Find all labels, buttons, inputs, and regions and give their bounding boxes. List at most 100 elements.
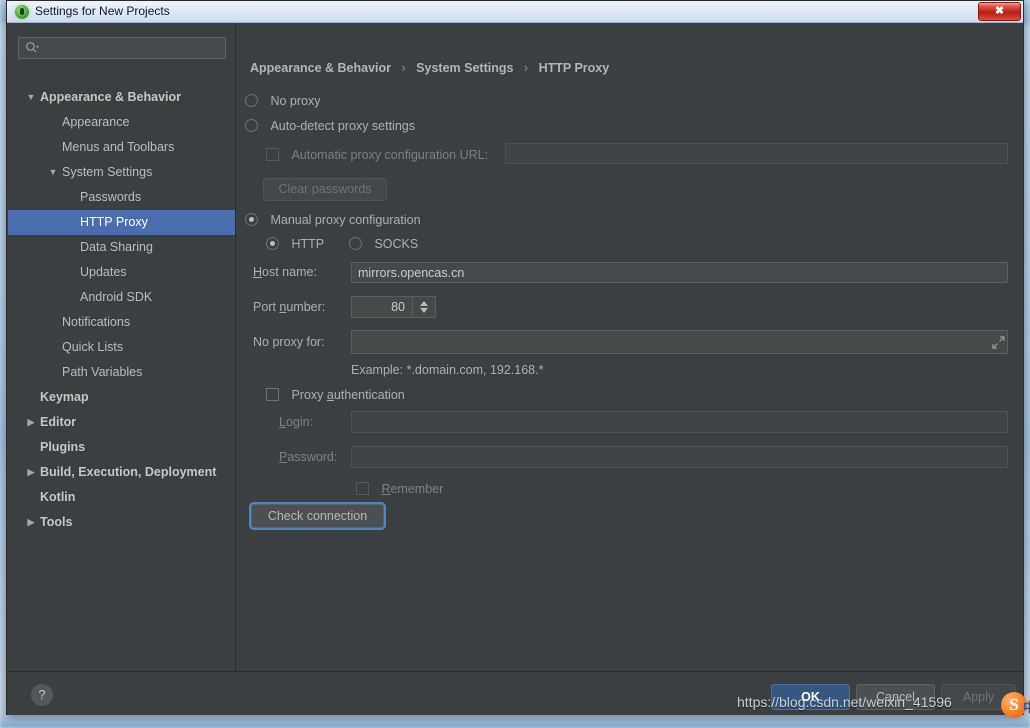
sidebar-item-editor[interactable]: ▶ Editor xyxy=(8,410,235,435)
manual-proxy-radio[interactable] xyxy=(245,213,258,227)
protocol-socks-label: SOCKS xyxy=(374,236,419,251)
dialog-titlebar: Settings for New Projects ✖ xyxy=(7,1,1023,23)
login-label: Login: xyxy=(279,415,314,429)
sidebar-item-label: Build, Execution, Deployment xyxy=(40,465,217,479)
sidebar-item-build-execution-deployment[interactable]: ▶ Build, Execution, Deployment xyxy=(8,460,235,485)
protocol-http-option[interactable]: HTTP xyxy=(266,235,324,253)
sidebar-item-label: Tools xyxy=(40,515,73,529)
password-label: Password: xyxy=(279,450,338,464)
port-number-spinner[interactable] xyxy=(413,296,436,318)
sidebar-item-label: Keymap xyxy=(40,390,89,404)
sidebar-item-data-sharing[interactable]: Data Sharing xyxy=(8,235,235,260)
chevron-down-icon[interactable]: ▼ xyxy=(25,85,37,110)
password-input[interactable] xyxy=(351,446,1008,468)
host-name-input[interactable] xyxy=(351,262,1008,283)
auto-config-url-label: Automatic proxy configuration URL: xyxy=(291,147,489,162)
sidebar-item-appearance[interactable]: Appearance xyxy=(8,110,235,135)
proxy-auth-option[interactable]: Proxy authentication xyxy=(266,386,405,404)
no-proxy-radio[interactable] xyxy=(245,94,258,108)
protocol-socks-radio[interactable] xyxy=(349,237,362,251)
remember-checkbox[interactable] xyxy=(356,482,369,496)
no-proxy-option[interactable]: No proxy xyxy=(245,92,320,110)
sidebar-item-http-proxy[interactable]: HTTP Proxy xyxy=(8,210,235,235)
breadcrumb-part-3: HTTP Proxy xyxy=(538,61,610,75)
settings-sidebar: ▼ Appearance & Behavior Appearance Menus an… xyxy=(8,23,236,671)
auto-detect-option[interactable]: Auto-detect proxy settings xyxy=(245,117,415,135)
settings-tree: ▼ Appearance & Behavior Appearance Menus an… xyxy=(8,85,235,535)
protocol-socks-option[interactable]: SOCKS xyxy=(349,235,418,253)
breadcrumb-part-2[interactable]: System Settings xyxy=(416,61,513,75)
ok-button[interactable]: OK xyxy=(771,684,850,710)
no-proxy-label: No proxy xyxy=(270,93,321,108)
close-icon[interactable]: ✖ xyxy=(978,2,1021,21)
sidebar-item-kotlin[interactable]: Kotlin xyxy=(8,485,235,510)
cancel-button[interactable]: Cancel xyxy=(856,684,935,710)
spinner-down-icon[interactable] xyxy=(420,308,428,313)
sidebar-item-label: Notifications xyxy=(62,315,131,329)
sidebar-item-label: Plugins xyxy=(40,440,86,454)
search-box xyxy=(18,37,226,59)
sidebar-item-menus-and-toolbars[interactable]: Menus and Toolbars xyxy=(8,135,235,160)
sidebar-item-label: Menus and Toolbars xyxy=(62,140,175,154)
sidebar-item-label: Android SDK xyxy=(80,290,153,304)
sidebar-item-label: Data Sharing xyxy=(80,240,153,254)
sidebar-item-notifications[interactable]: Notifications xyxy=(8,310,235,335)
sidebar-item-keymap[interactable]: Keymap xyxy=(8,385,235,410)
sidebar-item-path-variables[interactable]: Path Variables xyxy=(8,360,235,385)
sogou-label: 中 xyxy=(1023,700,1030,715)
http-proxy-panel: Appearance & Behavior › System Settings … xyxy=(237,23,1023,671)
sidebar-item-android-sdk[interactable]: Android SDK xyxy=(8,285,235,310)
manual-proxy-label: Manual proxy configuration xyxy=(270,212,421,227)
manual-proxy-option[interactable]: Manual proxy configuration xyxy=(245,211,421,229)
host-name-label: Host name: xyxy=(253,265,317,279)
remember-label: Remember xyxy=(381,481,444,496)
chevron-right-icon[interactable]: ▶ xyxy=(25,410,37,435)
sidebar-item-label: Appearance & Behavior xyxy=(40,90,182,104)
check-connection-button[interactable]: Check connection xyxy=(251,504,384,528)
example-hint: Example: *.domain.com, 192.168.* xyxy=(351,363,544,377)
android-studio-icon xyxy=(15,5,29,19)
sidebar-item-passwords[interactable]: Passwords xyxy=(8,185,235,210)
auto-detect-label: Auto-detect proxy settings xyxy=(270,118,415,133)
chevron-down-icon[interactable]: ▼ xyxy=(47,160,59,185)
search-input[interactable] xyxy=(18,37,226,59)
sidebar-item-label: Editor xyxy=(40,415,77,429)
breadcrumb-separator: › xyxy=(523,61,529,75)
sidebar-item-appearance-behavior[interactable]: ▼ Appearance & Behavior xyxy=(8,85,235,110)
port-number-input[interactable] xyxy=(351,296,413,318)
auto-detect-radio[interactable] xyxy=(245,119,258,133)
auto-config-url-input[interactable] xyxy=(505,143,1008,164)
dialog-content: ▼ Appearance & Behavior Appearance Menus an… xyxy=(8,23,1023,671)
breadcrumb: Appearance & Behavior › System Settings … xyxy=(250,61,609,75)
no-proxy-for-input[interactable] xyxy=(351,330,1008,354)
sidebar-item-plugins[interactable]: Plugins xyxy=(8,435,235,460)
protocol-http-label: HTTP xyxy=(291,236,325,251)
sidebar-item-quick-lists[interactable]: Quick Lists xyxy=(8,335,235,360)
sidebar-item-updates[interactable]: Updates xyxy=(8,260,235,285)
breadcrumb-part-1[interactable]: Appearance & Behavior xyxy=(250,61,391,75)
remember-option[interactable]: Remember xyxy=(356,480,443,498)
sidebar-item-label: Appearance xyxy=(62,115,130,129)
spinner-up-icon[interactable] xyxy=(420,301,428,306)
sidebar-item-label: Passwords xyxy=(80,190,142,204)
settings-dialog: Settings for New Projects ✖ ▼ Appearance … xyxy=(6,0,1024,715)
proxy-auth-label: Proxy authentication xyxy=(291,387,405,402)
chevron-right-icon[interactable]: ▶ xyxy=(25,460,37,485)
sidebar-item-system-settings[interactable]: ▼ System Settings xyxy=(8,160,235,185)
sidebar-item-label: Quick Lists xyxy=(62,340,124,354)
help-button[interactable]: ? xyxy=(31,684,53,706)
dialog-title: Settings for New Projects xyxy=(35,4,170,18)
breadcrumb-separator: › xyxy=(401,61,406,75)
proxy-auth-checkbox[interactable] xyxy=(266,388,279,402)
protocol-http-radio[interactable] xyxy=(266,237,279,251)
clear-passwords-button[interactable]: Clear passwords xyxy=(263,178,387,201)
chevron-right-icon[interactable]: ▶ xyxy=(25,510,37,535)
auto-config-url-checkbox[interactable] xyxy=(266,148,279,162)
sidebar-item-tools[interactable]: ▶ Tools xyxy=(8,510,235,535)
expand-icon[interactable] xyxy=(992,336,1005,349)
auto-config-url-option[interactable]: Automatic proxy configuration URL: xyxy=(266,146,488,164)
login-input[interactable] xyxy=(351,411,1008,433)
sidebar-item-label: Path Variables xyxy=(62,365,143,379)
no-proxy-for-label: No proxy for: xyxy=(253,335,325,349)
sidebar-item-label: System Settings xyxy=(62,165,153,179)
